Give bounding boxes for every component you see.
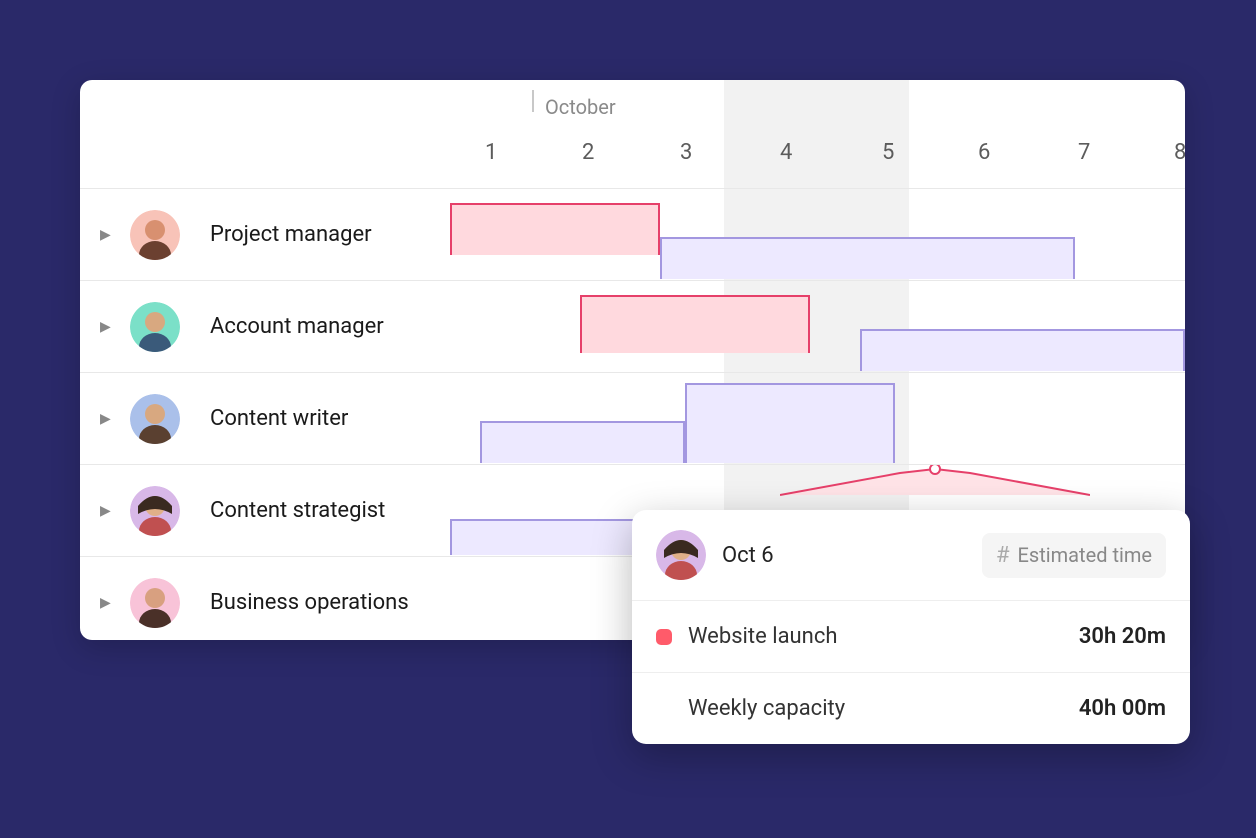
- role-row[interactable]: ▶ Project manager: [80, 188, 1185, 280]
- day-1[interactable]: 1: [485, 140, 497, 165]
- project-color-dot: [656, 629, 672, 645]
- avatar: [130, 486, 180, 536]
- day-5[interactable]: 5: [882, 140, 894, 165]
- bar-purple[interactable]: [660, 237, 1075, 279]
- popup-item-label: Website launch: [688, 624, 837, 649]
- avatar: [130, 578, 180, 628]
- hash-icon: #: [996, 543, 1010, 568]
- month-tick: [532, 90, 534, 112]
- bar-pink[interactable]: [580, 295, 810, 353]
- day-2[interactable]: 2: [582, 140, 594, 165]
- popup-item-label: Weekly capacity: [688, 696, 845, 721]
- role-label: Project manager: [210, 222, 372, 247]
- bars: [450, 281, 1185, 372]
- day-6[interactable]: 6: [978, 140, 990, 165]
- expand-icon[interactable]: ▶: [100, 595, 111, 611]
- expand-icon[interactable]: ▶: [100, 227, 111, 243]
- day-7[interactable]: 7: [1078, 140, 1090, 165]
- bars: [450, 189, 1185, 280]
- avatar: [130, 302, 180, 352]
- expand-icon[interactable]: ▶: [100, 319, 111, 335]
- bar-purple[interactable]: [860, 329, 1185, 371]
- popup-item-value: 40h 00m: [1079, 696, 1166, 721]
- bar-purple-high[interactable]: [685, 383, 895, 463]
- popup-item-value: 30h 20m: [1079, 624, 1166, 649]
- month-header: October: [80, 80, 1185, 140]
- popup-item[interactable]: Website launch 30h 20m: [632, 600, 1190, 672]
- role-row[interactable]: ▶ Content writer: [80, 372, 1185, 464]
- role-label: Content strategist: [210, 498, 385, 523]
- avatar: [130, 210, 180, 260]
- avatar: [656, 530, 706, 580]
- day-header: 1 2 3 4 5 6 7 8: [80, 140, 1185, 188]
- bars: [450, 373, 1185, 464]
- expand-icon[interactable]: ▶: [100, 411, 111, 427]
- role-label: Account manager: [210, 314, 384, 339]
- bar-pink[interactable]: [450, 203, 660, 255]
- workload-popup[interactable]: Oct 6 # Estimated time Website launch 30…: [632, 510, 1190, 744]
- bar-purple[interactable]: [450, 519, 640, 555]
- estimated-time-chip[interactable]: # Estimated time: [982, 533, 1166, 578]
- estimated-label: Estimated time: [1018, 543, 1152, 567]
- role-label: Content writer: [210, 406, 348, 431]
- popup-date: Oct 6: [722, 543, 774, 568]
- popup-header: Oct 6 # Estimated time: [632, 510, 1190, 600]
- bar-purple-low[interactable]: [480, 421, 685, 463]
- role-row[interactable]: ▶ Account manager: [80, 280, 1185, 372]
- expand-icon[interactable]: ▶: [100, 503, 111, 519]
- month-label: October: [545, 95, 616, 119]
- peak-line: [780, 465, 1090, 505]
- role-label: Business operations: [210, 590, 409, 615]
- popup-item: Weekly capacity 40h 00m: [632, 672, 1190, 744]
- day-4[interactable]: 4: [780, 140, 792, 165]
- day-3[interactable]: 3: [680, 140, 692, 165]
- avatar: [130, 394, 180, 444]
- day-8[interactable]: 8: [1174, 140, 1185, 165]
